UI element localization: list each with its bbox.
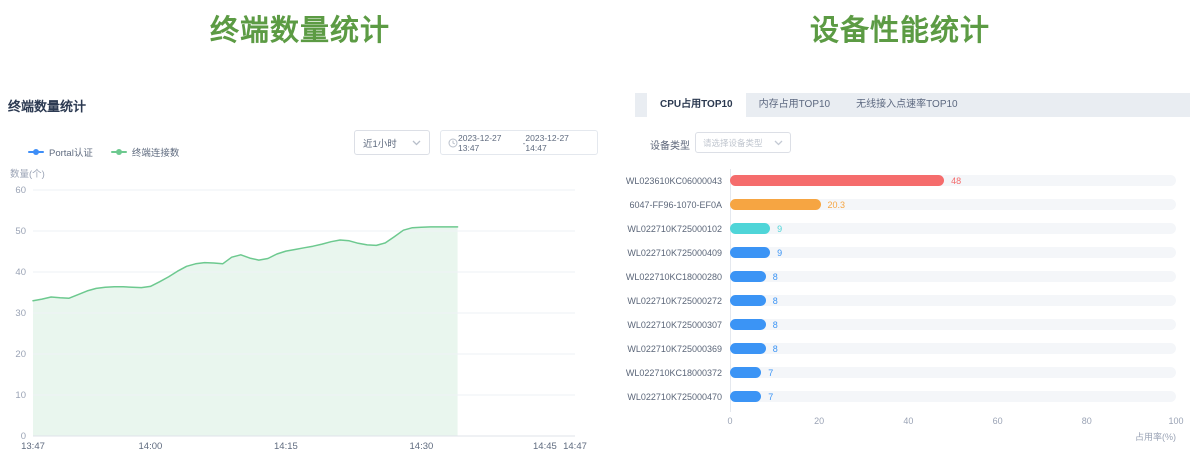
bar-row[interactable]: WL022710KC18000372 7 [600, 367, 1200, 378]
bar-track [730, 271, 1176, 282]
bar-value-label: 8 [773, 272, 778, 283]
terminal-section-heading: 终端数量统计 [0, 12, 600, 50]
bar-value-label: 9 [777, 248, 782, 259]
x-tick-label: 14:00 [139, 441, 163, 452]
x-tick-label: 14:47 [563, 441, 587, 452]
legend-dot-icon [33, 149, 39, 155]
date-range-start: 2023-12-27 13:47 [458, 133, 523, 153]
y-tick-label: 50 [15, 226, 26, 237]
x-tick-label: 0 [727, 416, 732, 426]
bar-value-label: 20.3 [828, 200, 846, 211]
x-tick-label: 80 [1082, 416, 1092, 426]
bar-row[interactable]: WL023610KC06000043 48 [600, 175, 1200, 186]
bar-row[interactable]: 6047-FF96-1070-EF0A 20.3 [600, 199, 1200, 210]
bar-category-label: 6047-FF96-1070-EF0A [600, 200, 722, 211]
y-tick-label: 20 [15, 349, 26, 360]
bar-fill[interactable] [730, 367, 761, 378]
legend-item[interactable]: 终端连接数 [111, 145, 180, 159]
legend-marker-icon [111, 151, 127, 153]
bar-category-label: WL022710K725000409 [600, 248, 722, 259]
legend-dot-icon [116, 149, 122, 155]
bar-track [730, 367, 1176, 378]
bar-fill[interactable] [730, 247, 770, 258]
bar-row[interactable]: WL022710K725000369 8 [600, 343, 1200, 354]
bar-fill[interactable] [730, 175, 944, 186]
date-range-end: 2023-12-27 14:47 [525, 133, 590, 153]
bar-category-label: WL023610KC06000043 [600, 176, 722, 187]
bar-track [730, 199, 1176, 210]
x-tick-label: 14:15 [274, 441, 298, 452]
x-tick-label: 14:30 [410, 441, 434, 452]
chevron-down-icon [412, 140, 421, 146]
bar-fill[interactable] [730, 223, 770, 234]
date-range-picker[interactable]: 2023-12-27 13:47 - 2023-12-27 14:47 [440, 130, 598, 155]
bar-value-label: 48 [951, 176, 961, 187]
y-tick-label: 60 [15, 185, 26, 196]
bar-value-label: 8 [773, 320, 778, 331]
y-tick-label: 30 [15, 308, 26, 319]
bar-track [730, 343, 1176, 354]
device-performance-panel: 设备性能统计 CPU占用TOP10内存占用TOP10无线接入点速率TOP10 设… [600, 0, 1200, 456]
bar-value-label: 7 [768, 392, 773, 403]
bar-fill[interactable] [730, 343, 766, 354]
bar-category-label: WL022710K725000272 [600, 296, 722, 307]
time-range-select[interactable]: 近1小时 [354, 130, 430, 155]
legend-label: 终端连接数 [132, 145, 180, 159]
bar-category-label: WL022710K725000307 [600, 320, 722, 331]
bar-row[interactable]: WL022710K725000307 8 [600, 319, 1200, 330]
bar-row[interactable]: WL022710K725000102 9 [600, 223, 1200, 234]
bar-value-label: 8 [773, 344, 778, 355]
bar-track [730, 247, 1176, 258]
bar-track [730, 319, 1176, 330]
x-tick-label: 13:47 [21, 441, 45, 452]
terminal-panel-title: 终端数量统计 [8, 96, 86, 115]
y-tick-label: 40 [15, 267, 26, 278]
bar-category-label: WL022710KC18000280 [600, 272, 722, 283]
x-tick-label: 60 [993, 416, 1003, 426]
x-tick-label: 20 [814, 416, 824, 426]
bar-track [730, 391, 1176, 402]
bar-value-label: 9 [777, 224, 782, 235]
cpu-top10-bar-chart[interactable]: WL023610KC06000043 48 6047-FF96-1070-EF0A 2… [600, 0, 1200, 456]
series-area [33, 227, 458, 436]
y-tick-label: 10 [15, 390, 26, 401]
bar-category-label: WL022710KC18000372 [600, 368, 722, 379]
bar-fill[interactable] [730, 319, 766, 330]
legend-label: Portal认证 [49, 145, 93, 159]
monitoring-dashboard: 终端数量统计 终端数量统计 近1小时 2023-12-27 13:47 - 20… [0, 0, 1200, 456]
clock-icon [448, 138, 458, 148]
bar-category-label: WL022710K725000369 [600, 344, 722, 355]
x-tick-label: 100 [1168, 416, 1183, 426]
y-axis-name: 数量(个) [10, 166, 45, 180]
bar-category-label: WL022710K725000470 [600, 392, 722, 403]
bar-row[interactable]: WL022710K725000470 7 [600, 391, 1200, 402]
bar-fill[interactable] [730, 295, 766, 306]
bar-row[interactable]: WL022710KC18000280 8 [600, 271, 1200, 282]
bar-row[interactable]: WL022710K725000409 9 [600, 247, 1200, 258]
terminal-count-line-chart[interactable]: 010203040506013:4714:0014:1514:3014:4514… [0, 182, 600, 456]
terminal-stats-panel: 终端数量统计 终端数量统计 近1小时 2023-12-27 13:47 - 20… [0, 0, 600, 456]
time-range-value: 近1小时 [363, 136, 397, 150]
line-chart-legend: Portal认证 终端连接数 [28, 146, 179, 158]
bar-fill[interactable] [730, 271, 766, 282]
x-axis-name: 占用率(%) [730, 430, 1176, 443]
legend-item[interactable]: Portal认证 [28, 145, 93, 159]
bar-value-label: 8 [773, 296, 778, 307]
bar-fill[interactable] [730, 199, 821, 210]
x-tick-label: 40 [903, 416, 913, 426]
x-tick-label: 14:45 [533, 441, 557, 452]
legend-marker-icon [28, 151, 44, 153]
bar-category-label: WL022710K725000102 [600, 224, 722, 235]
bar-row[interactable]: WL022710K725000272 8 [600, 295, 1200, 306]
bar-value-label: 7 [768, 368, 773, 379]
bar-fill[interactable] [730, 391, 761, 402]
bar-track [730, 223, 1176, 234]
bar-track [730, 295, 1176, 306]
